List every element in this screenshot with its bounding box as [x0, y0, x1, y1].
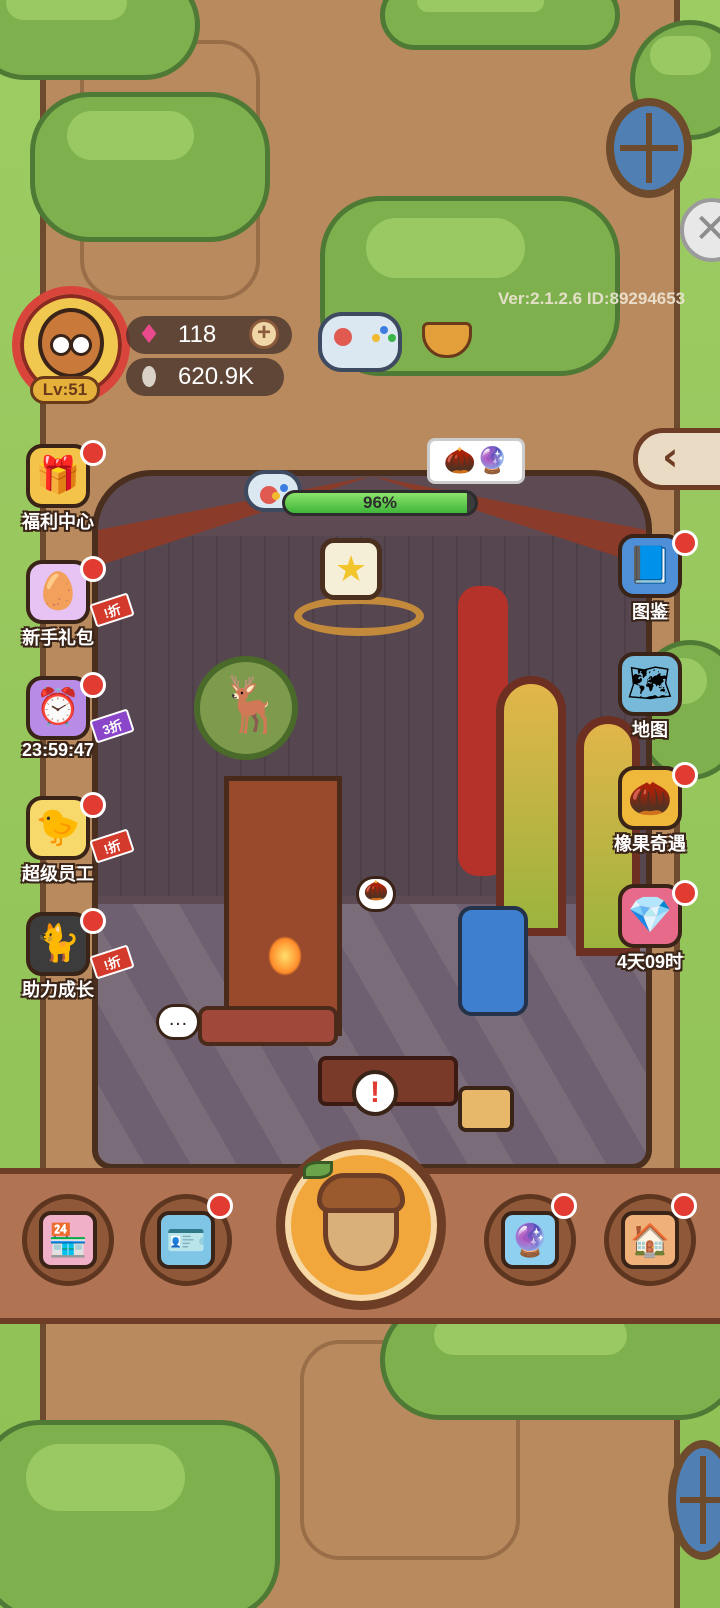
- notification-dot: [672, 530, 698, 556]
- house-icon: 🏠: [621, 1211, 679, 1269]
- reception-counter[interactable]: [198, 1006, 338, 1046]
- fire-icon: [268, 936, 302, 976]
- gem-icon: ♦: [137, 320, 161, 350]
- gamepad-icon[interactable]: [318, 312, 402, 372]
- right-menu-item-3[interactable]: 💎 4天09时: [600, 880, 700, 988]
- right-menu-label: 地图: [632, 720, 668, 740]
- shop-button[interactable]: 🏪: [22, 1194, 114, 1286]
- tree-window-top: [606, 98, 692, 198]
- notification-dot: [80, 908, 106, 934]
- notification-dot: [80, 792, 106, 818]
- acorn-cap: [317, 1173, 405, 1213]
- card-button[interactable]: 🪪: [140, 1193, 233, 1286]
- notification-dot: [671, 1193, 697, 1219]
- left-menu-item-3[interactable]: 🐤 超级员工 !折: [8, 792, 135, 900]
- seed-bubble-icon[interactable]: 🌰: [356, 876, 396, 912]
- chandelier[interactable]: [294, 596, 424, 636]
- right-menu-item-2[interactable]: 🌰 橡果奇遇: [600, 762, 700, 870]
- arched-window: [496, 676, 566, 936]
- sunflower-seed-icon: ⬮: [140, 362, 158, 392]
- collapse-menu-button[interactable]: ‹: [633, 428, 720, 490]
- snow-globe-icon: 🔮: [501, 1211, 559, 1269]
- star-icon[interactable]: ★: [320, 538, 382, 600]
- speech-bubble-icon[interactable]: …: [156, 1004, 200, 1040]
- left-menu-item-2[interactable]: ⏰ 23:59:47 3折: [8, 672, 135, 780]
- left-menu-label: 新手礼包: [22, 628, 94, 648]
- cat-avatar-icon: [38, 308, 104, 378]
- notification-dot: [207, 1193, 233, 1219]
- map-icon: 🗺: [618, 652, 682, 716]
- house-button[interactable]: 🏠: [604, 1193, 697, 1286]
- leaf-cluster: [0, 0, 200, 80]
- deer-wreath-decor[interactable]: [194, 656, 298, 760]
- tv-set[interactable]: [458, 1086, 514, 1132]
- acorn-collect-button[interactable]: [276, 1140, 446, 1310]
- left-menu-item-0[interactable]: 🎁 福利中心: [8, 440, 108, 548]
- snow-globe-button[interactable]: 🔮: [484, 1193, 577, 1286]
- room-progress-label: 96%: [362, 493, 398, 512]
- notification-dot: [80, 672, 106, 698]
- leaf-cluster: [0, 1420, 280, 1608]
- add-gems-button[interactable]: +: [249, 319, 279, 349]
- seed-reward-icon[interactable]: 🌰🔮: [427, 438, 525, 484]
- notification-dot: [551, 1193, 577, 1219]
- seed-amount: 620.9K: [178, 363, 255, 390]
- player-level: Lv:51: [30, 376, 100, 404]
- right-menu-item-1[interactable]: 🗺 地图: [600, 652, 700, 756]
- close-icon[interactable]: ✕: [680, 198, 720, 262]
- notification-dot: [80, 440, 106, 466]
- left-menu-item-4[interactable]: 🐈 助力成长 !折: [8, 908, 135, 1016]
- arcade-cabinet[interactable]: [458, 906, 528, 1016]
- left-menu-label: 助力成长: [22, 980, 94, 1000]
- right-menu-label: 图鉴: [632, 602, 668, 622]
- leaf-cluster: [380, 0, 620, 50]
- notification-dot: [80, 556, 106, 582]
- notification-dot: [672, 762, 698, 788]
- leaf-icon: [303, 1161, 333, 1179]
- notification-dot: [672, 880, 698, 906]
- right-menu-label: 4天09时: [616, 952, 684, 972]
- left-menu-label: 23:59:47: [21, 740, 95, 760]
- right-menu-label: 橡果奇遇: [614, 834, 686, 854]
- fireplace[interactable]: [224, 776, 342, 1036]
- id-card-icon: 🪪: [157, 1211, 215, 1269]
- left-menu-label: 福利中心: [22, 512, 94, 532]
- leaf-cluster: [30, 92, 270, 242]
- seed-counter[interactable]: ⬮ 620.9K: [126, 358, 284, 396]
- right-menu-item-0[interactable]: 📘 图鉴: [600, 530, 700, 638]
- shop-icon: 🏪: [39, 1211, 97, 1269]
- left-menu-label: 超级员工: [22, 864, 94, 884]
- gem-amount: 118: [178, 321, 217, 348]
- game-screen: ★ … 🌰 ! 96% 🌰🔮 Lv:51 ♦ 118 + ⬮ 620.9K Ve…: [0, 0, 720, 1608]
- alert-icon[interactable]: !: [352, 1070, 398, 1116]
- version-id-text: Ver:2.1.2.6 ID:89294653: [498, 289, 686, 308]
- left-menu-item-1[interactable]: 🥚 新手礼包 !折: [8, 556, 135, 664]
